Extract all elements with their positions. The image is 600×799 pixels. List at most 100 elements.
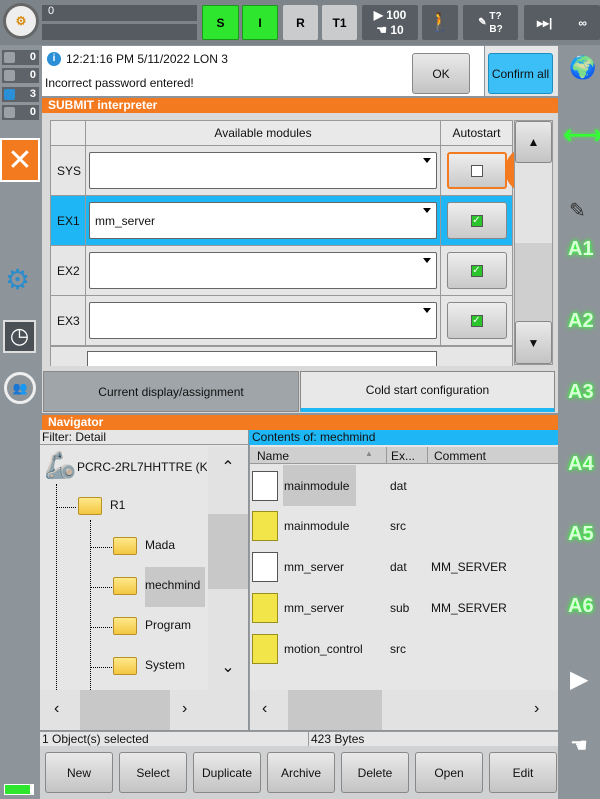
operating-mode-button[interactable]: T1 — [322, 5, 357, 40]
duplicate-button[interactable]: Duplicate — [193, 752, 261, 793]
selection-status: 1 Object(s) selected — [42, 732, 149, 746]
table-row[interactable]: EX3 ✓ — [50, 295, 513, 346]
run-mode-button[interactable]: ▸▸| ∞ — [524, 5, 600, 40]
axis-key-a1[interactable]: A1 — [568, 238, 594, 261]
file-row[interactable]: mm_server dat MM_SERVER — [252, 548, 507, 586]
file-ext: sub — [390, 601, 410, 615]
wait-counter[interactable]: 0 — [2, 105, 39, 120]
play-icon[interactable]: ▶ — [570, 665, 588, 694]
wait-icon — [4, 107, 15, 118]
col-name[interactable]: Name — [257, 449, 289, 463]
chevron-down-icon[interactable]: ⌄ — [208, 657, 248, 677]
src-file-icon — [252, 511, 278, 541]
module-select[interactable] — [89, 252, 437, 289]
tree-item-system[interactable]: System — [113, 657, 185, 675]
tree-item-mada[interactable]: Mada — [113, 537, 175, 555]
line-field[interactable] — [42, 24, 197, 40]
ack-icon — [4, 52, 15, 63]
axis-key-a3[interactable]: A3 — [568, 381, 594, 404]
col-ext[interactable]: Ex... — [386, 447, 419, 464]
info-counter[interactable]: 3 — [2, 87, 39, 102]
autostart-checkbox[interactable]: ✓ — [446, 302, 507, 339]
table-row[interactable]: EX2 ✓ — [50, 245, 513, 296]
tree-hscrollbar[interactable]: ‹ › — [40, 690, 248, 730]
tree-label: Mada — [145, 538, 176, 553]
tool-base-button[interactable]: ✎ T? B? — [463, 5, 518, 40]
chevron-left-icon[interactable]: ‹ — [54, 700, 59, 718]
scroll-thumb[interactable] — [208, 514, 248, 589]
walking-man-icon[interactable]: 🚶 — [422, 5, 458, 40]
confirm-all-button[interactable]: Confirm all — [488, 53, 553, 94]
axis-key-a5[interactable]: A5 — [568, 523, 594, 546]
override-button[interactable]: ▶ 100 ☚ 10 — [362, 5, 418, 40]
submit-status-button[interactable]: S — [202, 5, 239, 40]
ok-button[interactable]: OK — [412, 53, 470, 94]
chevron-left-icon[interactable]: ‹ — [262, 700, 267, 718]
tree-label: Program — [145, 618, 192, 633]
open-button[interactable]: Open — [415, 752, 483, 793]
drives-status-button[interactable]: I — [242, 5, 278, 40]
edit-button[interactable]: Edit — [489, 752, 557, 793]
file-comment: MM_SERVER — [431, 560, 507, 574]
chevron-right-icon[interactable]: › — [182, 700, 187, 718]
program-override: 100 — [386, 7, 407, 22]
module-select[interactable] — [89, 152, 437, 189]
clock-icon[interactable]: ◷ — [3, 320, 36, 353]
scroll-up-button[interactable]: ▲ — [515, 121, 552, 163]
user-group-icon[interactable]: 👥 — [4, 372, 36, 404]
autostart-checkbox[interactable]: ✓ — [446, 252, 507, 289]
file-row[interactable]: mainmodule src — [252, 507, 431, 545]
scroll-down-button[interactable]: ▼ — [515, 321, 552, 364]
module-select[interactable]: mm_server — [89, 202, 437, 239]
chevron-right-icon[interactable]: › — [534, 700, 539, 718]
axis-key-a2[interactable]: A2 — [568, 310, 594, 333]
kuka-logo-button[interactable]: ⚙ — [3, 3, 39, 39]
tool-icon: ✎ — [478, 17, 490, 28]
tree-label: mechmind — [145, 578, 201, 593]
new-button[interactable]: New — [45, 752, 113, 793]
table-row[interactable]: SYS — [50, 145, 513, 196]
hand-icon[interactable]: ☚ — [570, 733, 588, 758]
jog-arrows-icon[interactable]: ⟷ — [563, 90, 600, 180]
select-button[interactable]: Select — [119, 752, 187, 793]
warning-counter[interactable]: 0 — [2, 68, 39, 83]
ack-counter[interactable]: 0 — [2, 50, 39, 65]
tab-cold-start[interactable]: Cold start configuration — [300, 371, 555, 412]
robot-interpreter-button[interactable]: R — [283, 5, 318, 40]
scroll-thumb[interactable] — [288, 690, 382, 730]
tree-root[interactable]: PCRC-2RL7HHTTRE (KRC — [77, 460, 207, 474]
tree-item-r1[interactable]: R1 — [78, 497, 125, 515]
autostart-checkbox[interactable] — [446, 152, 507, 189]
tree-item-program[interactable]: Program — [113, 617, 191, 635]
jog-mode-icon[interactable]: ✎ — [569, 198, 586, 223]
file-row[interactable]: motion_control src — [252, 630, 431, 668]
program-field[interactable]: 0 — [42, 5, 197, 21]
file-name: mm_server — [284, 601, 345, 615]
tab-current-display[interactable]: Current display/assignment — [43, 371, 299, 412]
table-row[interactable]: EX1 mm_server ✓ — [50, 195, 513, 246]
warning-icon — [4, 70, 15, 81]
file-hscrollbar[interactable]: ‹ › — [250, 690, 558, 730]
folder-icon — [113, 537, 137, 555]
file-row[interactable]: mm_server sub MM_SERVER — [252, 589, 507, 627]
scroll-thumb[interactable] — [80, 690, 170, 730]
globe-icon[interactable]: 🌍 — [569, 55, 596, 81]
table-scrollbar[interactable]: ▲ ▼ — [514, 120, 553, 365]
base-value: B? — [489, 23, 503, 35]
file-row[interactable]: mainmodule dat — [252, 467, 431, 505]
close-button[interactable]: ✕ — [0, 138, 40, 182]
archive-button[interactable]: Archive — [267, 752, 335, 793]
axis-key-a4[interactable]: A4 — [568, 453, 594, 476]
settings-icon[interactable]: ⚙ — [5, 263, 35, 295]
chevron-up-icon[interactable]: ⌃ — [208, 457, 248, 477]
autostart-checkbox[interactable]: ✓ — [446, 202, 507, 239]
scroll-thumb[interactable] — [515, 163, 552, 243]
col-comment[interactable]: Comment — [427, 447, 492, 464]
tree-vscrollbar[interactable]: ⌃ ⌄ — [208, 447, 248, 690]
submit-header: SUBMIT interpreter — [42, 98, 558, 113]
module-select[interactable] — [89, 302, 437, 339]
tree-item-mechmind[interactable]: mechmind — [113, 577, 200, 595]
col-autostart: Autostart — [440, 120, 513, 146]
delete-button[interactable]: Delete — [341, 752, 409, 793]
axis-key-a6[interactable]: A6 — [568, 595, 594, 618]
